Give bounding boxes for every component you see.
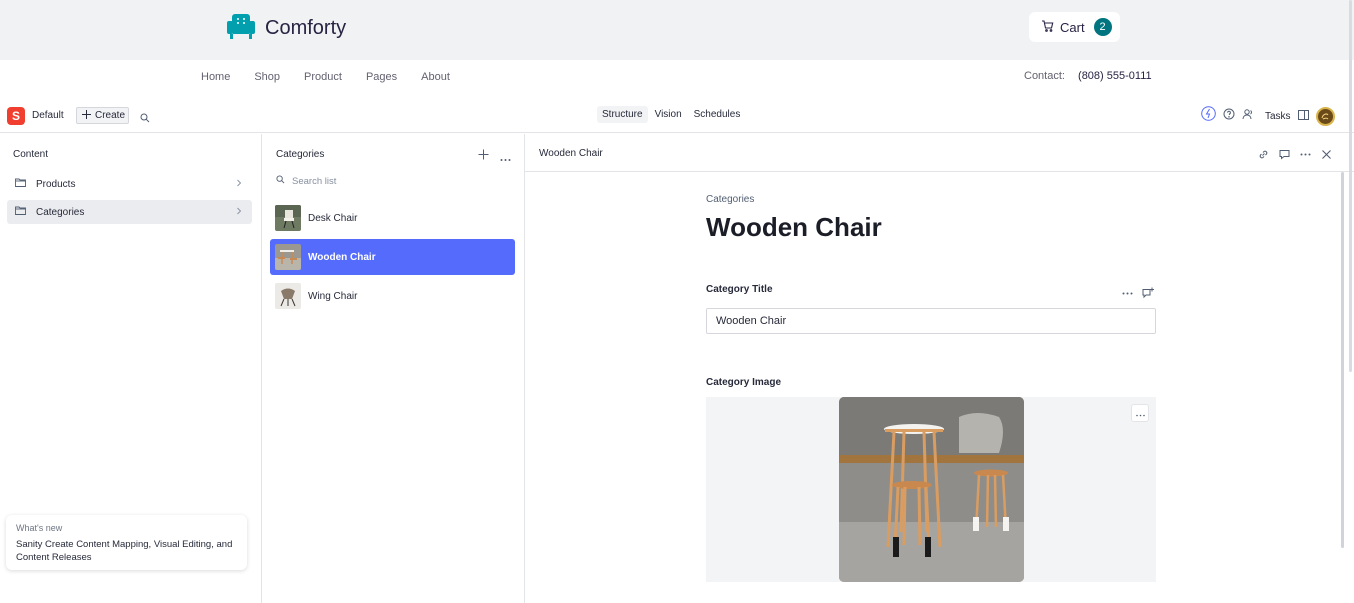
cart-icon — [1041, 19, 1054, 35]
nav-pages[interactable]: Pages — [366, 70, 397, 84]
document-header-actions — [1258, 147, 1332, 165]
chevron-right-icon — [236, 179, 242, 190]
category-image — [839, 397, 1024, 582]
more-icon[interactable] — [500, 149, 511, 167]
document-header-title: Wooden Chair — [539, 148, 603, 159]
cart-label: Cart — [1060, 19, 1085, 35]
store-logo[interactable]: Comforty — [226, 12, 346, 45]
document-pane: Wooden Chair Categories Wooden Chair Cat… — [525, 134, 1354, 603]
list-item-wing-chair[interactable]: Wing Chair — [270, 278, 515, 314]
folder-icon — [15, 178, 26, 190]
plus-icon — [82, 109, 91, 122]
workspace-name[interactable]: Default — [32, 110, 64, 121]
list-item-label: Desk Chair — [308, 212, 358, 224]
search-placeholder: Search list — [292, 175, 337, 187]
armchair-logo-icon — [226, 12, 256, 45]
category-title-input[interactable]: Wooden Chair — [706, 308, 1156, 334]
sanity-logo-icon[interactable]: S — [7, 107, 25, 125]
category-image-label: Category Image — [706, 377, 782, 388]
tab-structure[interactable]: Structure — [597, 106, 648, 123]
tool-tabs: Structure Vision Schedules — [597, 106, 745, 123]
whats-new-card[interactable]: What's new Sanity Create Content Mapping… — [6, 515, 247, 570]
list-item-label: Wing Chair — [308, 290, 358, 302]
page-title: Wooden Chair — [706, 212, 882, 242]
sidebar-item-label: Categories — [36, 206, 85, 218]
folder-icon — [15, 206, 26, 218]
list-item-label: Wooden Chair — [308, 251, 376, 263]
categories-pane-title: Categories — [276, 149, 325, 160]
nav-home[interactable]: Home — [201, 70, 230, 84]
page-scrollbar[interactable] — [1349, 0, 1352, 372]
comment-icon[interactable] — [1279, 147, 1290, 165]
sidebar-item-categories[interactable]: Categories — [7, 200, 252, 224]
content-pane-title: Content — [13, 149, 49, 160]
category-image-field[interactable] — [706, 397, 1156, 582]
tab-schedules[interactable]: Schedules — [689, 106, 746, 123]
panel-icon[interactable] — [1297, 107, 1309, 125]
search-list-field[interactable]: Search list — [276, 175, 336, 187]
list-item-wooden-chair[interactable]: Wooden Chair — [270, 239, 515, 275]
toolbar-right: Tasks — [1201, 106, 1335, 126]
tab-vision[interactable]: Vision — [650, 106, 687, 123]
more-icon[interactable] — [1300, 147, 1311, 165]
document-scrollbar[interactable] — [1341, 172, 1344, 548]
link-icon[interactable] — [1258, 147, 1269, 165]
tasks-label[interactable]: Tasks — [1265, 111, 1291, 122]
whats-new-title: What's new — [16, 523, 63, 533]
chevron-right-icon — [236, 207, 242, 218]
nav-product[interactable]: Product — [304, 70, 342, 84]
list-item-desk-chair[interactable]: Desk Chair — [270, 200, 515, 236]
categories-pane: Categories Search list Desk Chair Wooden… — [262, 134, 525, 603]
close-icon[interactable] — [1321, 147, 1332, 165]
search-icon — [276, 175, 285, 187]
create-button[interactable]: Create — [76, 107, 129, 124]
store-nav: Home Shop Product Pages About — [201, 70, 450, 84]
create-label: Create — [95, 110, 126, 121]
plus-icon[interactable] — [478, 147, 489, 165]
contact-phone[interactable]: (808) 555-0111 — [1078, 70, 1152, 82]
category-title-actions — [1122, 286, 1154, 304]
contact-label: Contact: — [1024, 70, 1065, 82]
avatar[interactable] — [1315, 106, 1335, 126]
contact-info: Contact: (808) 555-0111 — [1024, 70, 1152, 82]
cart-button[interactable]: Cart 2 — [1029, 12, 1120, 42]
wooden-chair-thumbnail — [275, 244, 301, 270]
nav-about[interactable]: About — [421, 70, 450, 84]
help-icon[interactable] — [1223, 107, 1235, 125]
sidebar-item-products[interactable]: Products — [7, 172, 252, 196]
more-icon[interactable] — [1122, 286, 1133, 304]
whats-new-body: Sanity Create Content Mapping, Visual Ed… — [16, 539, 233, 563]
brand-name: Comforty — [265, 17, 347, 39]
wing-chair-thumbnail — [275, 283, 301, 309]
people-icon[interactable] — [1242, 107, 1254, 125]
store-header — [0, 0, 1354, 60]
search-icon[interactable] — [140, 110, 150, 128]
desk-chair-thumbnail — [275, 205, 301, 231]
sidebar-item-label: Products — [36, 178, 76, 190]
cart-count-badge: 2 — [1093, 18, 1112, 36]
nav-shop[interactable]: Shop — [254, 70, 280, 84]
bolt-icon[interactable] — [1201, 106, 1216, 126]
category-title-label: Category Title — [706, 284, 773, 295]
more-icon — [1135, 404, 1145, 422]
content-pane: Content Products Categories What's new S… — [0, 134, 262, 603]
add-comment-icon[interactable] — [1142, 286, 1154, 304]
document-header: Wooden Chair — [525, 134, 1354, 172]
studio-toolbar: S Default Create Structure Vision Schedu… — [0, 99, 1354, 133]
image-menu-button[interactable] — [1131, 404, 1149, 422]
breadcrumb: Categories — [706, 194, 755, 205]
